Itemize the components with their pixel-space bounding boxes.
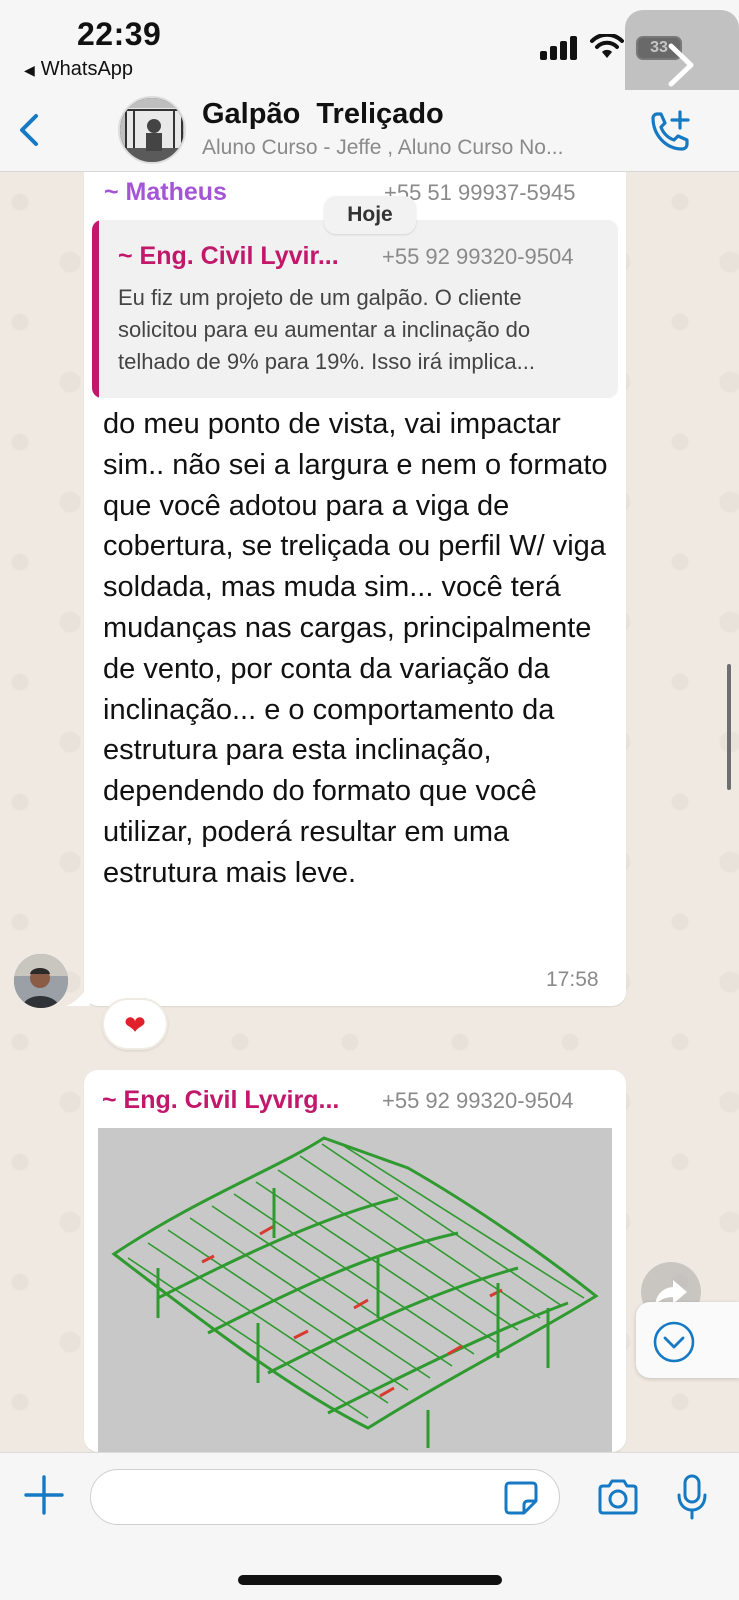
sender-name[interactable]: ~ Eng. Civil Lyvirg... bbox=[102, 1086, 339, 1115]
quoted-sender-name: ~ Eng. Civil Lyvir... bbox=[118, 242, 339, 270]
phone-plus-icon[interactable] bbox=[645, 108, 693, 154]
bubble-tail bbox=[66, 982, 90, 1006]
back-triangle-icon: ◀ bbox=[24, 62, 35, 78]
quote-accent-bar bbox=[92, 220, 99, 398]
sender-phone: +55 92 99320-9504 bbox=[382, 1088, 574, 1113]
camera-icon[interactable] bbox=[596, 1477, 640, 1517]
home-indicator bbox=[238, 1575, 502, 1585]
back-to-app-label: WhatsApp bbox=[40, 58, 134, 80]
chevron-left-icon[interactable] bbox=[14, 110, 46, 150]
truss-structure-image bbox=[98, 1128, 612, 1452]
chevron-right-icon bbox=[668, 43, 694, 87]
sticker-icon[interactable] bbox=[502, 1479, 540, 1517]
plus-icon[interactable] bbox=[24, 1475, 64, 1515]
group-participants[interactable]: Aluno Curso - Jeffe , Aluno Curso No... bbox=[202, 136, 622, 160]
status-time: 22:39 bbox=[77, 16, 162, 52]
scroll-indicator[interactable] bbox=[727, 664, 731, 790]
group-title[interactable]: Galpão Treliçado bbox=[202, 98, 444, 131]
scroll-to-bottom-button[interactable] bbox=[636, 1302, 739, 1378]
chevron-down-circle-icon bbox=[653, 1321, 695, 1363]
group-avatar-image bbox=[120, 98, 184, 162]
chat-header: Galpão Treliçado Aluno Curso - Jeffe , A… bbox=[0, 90, 739, 172]
message-input[interactable] bbox=[90, 1469, 560, 1525]
group-avatar[interactable] bbox=[118, 96, 186, 164]
composer-bar bbox=[0, 1452, 739, 1600]
quoted-text: Eu fiz um projeto de um galpão. O client… bbox=[118, 285, 536, 374]
image-attachment[interactable] bbox=[98, 1128, 612, 1452]
wifi-icon bbox=[590, 34, 624, 58]
microphone-icon[interactable] bbox=[674, 1473, 710, 1521]
sender-avatar-image bbox=[14, 954, 68, 1008]
quoted-sender-phone: +55 92 99320-9504 bbox=[382, 244, 574, 269]
message-bubble[interactable]: ~ Eng. Civil Lyvirg... +55 92 99320-9504 bbox=[84, 1070, 626, 1452]
avatar[interactable] bbox=[14, 954, 68, 1008]
date-separator: Hoje bbox=[324, 196, 416, 234]
message-timestamp: 17:58 bbox=[546, 968, 599, 991]
reaction-badge[interactable]: ❤ bbox=[102, 998, 168, 1050]
message-bubble[interactable]: ~ Matheus +55 51 99937-5945 ~ Eng. Civil… bbox=[84, 172, 626, 1006]
cellular-signal-icon bbox=[540, 36, 580, 60]
message-text: do meu ponto de vista, vai impactar sim.… bbox=[103, 408, 608, 889]
back-to-app-link[interactable]: ◀ WhatsApp bbox=[24, 58, 133, 81]
status-bar: 22:39 ◀WhatsApp 33 bbox=[0, 0, 739, 122]
sender-name[interactable]: ~ Matheus bbox=[104, 178, 227, 207]
quoted-message[interactable]: ~ Eng. Civil Lyvir... +55 92 99320-9504 … bbox=[92, 220, 618, 398]
